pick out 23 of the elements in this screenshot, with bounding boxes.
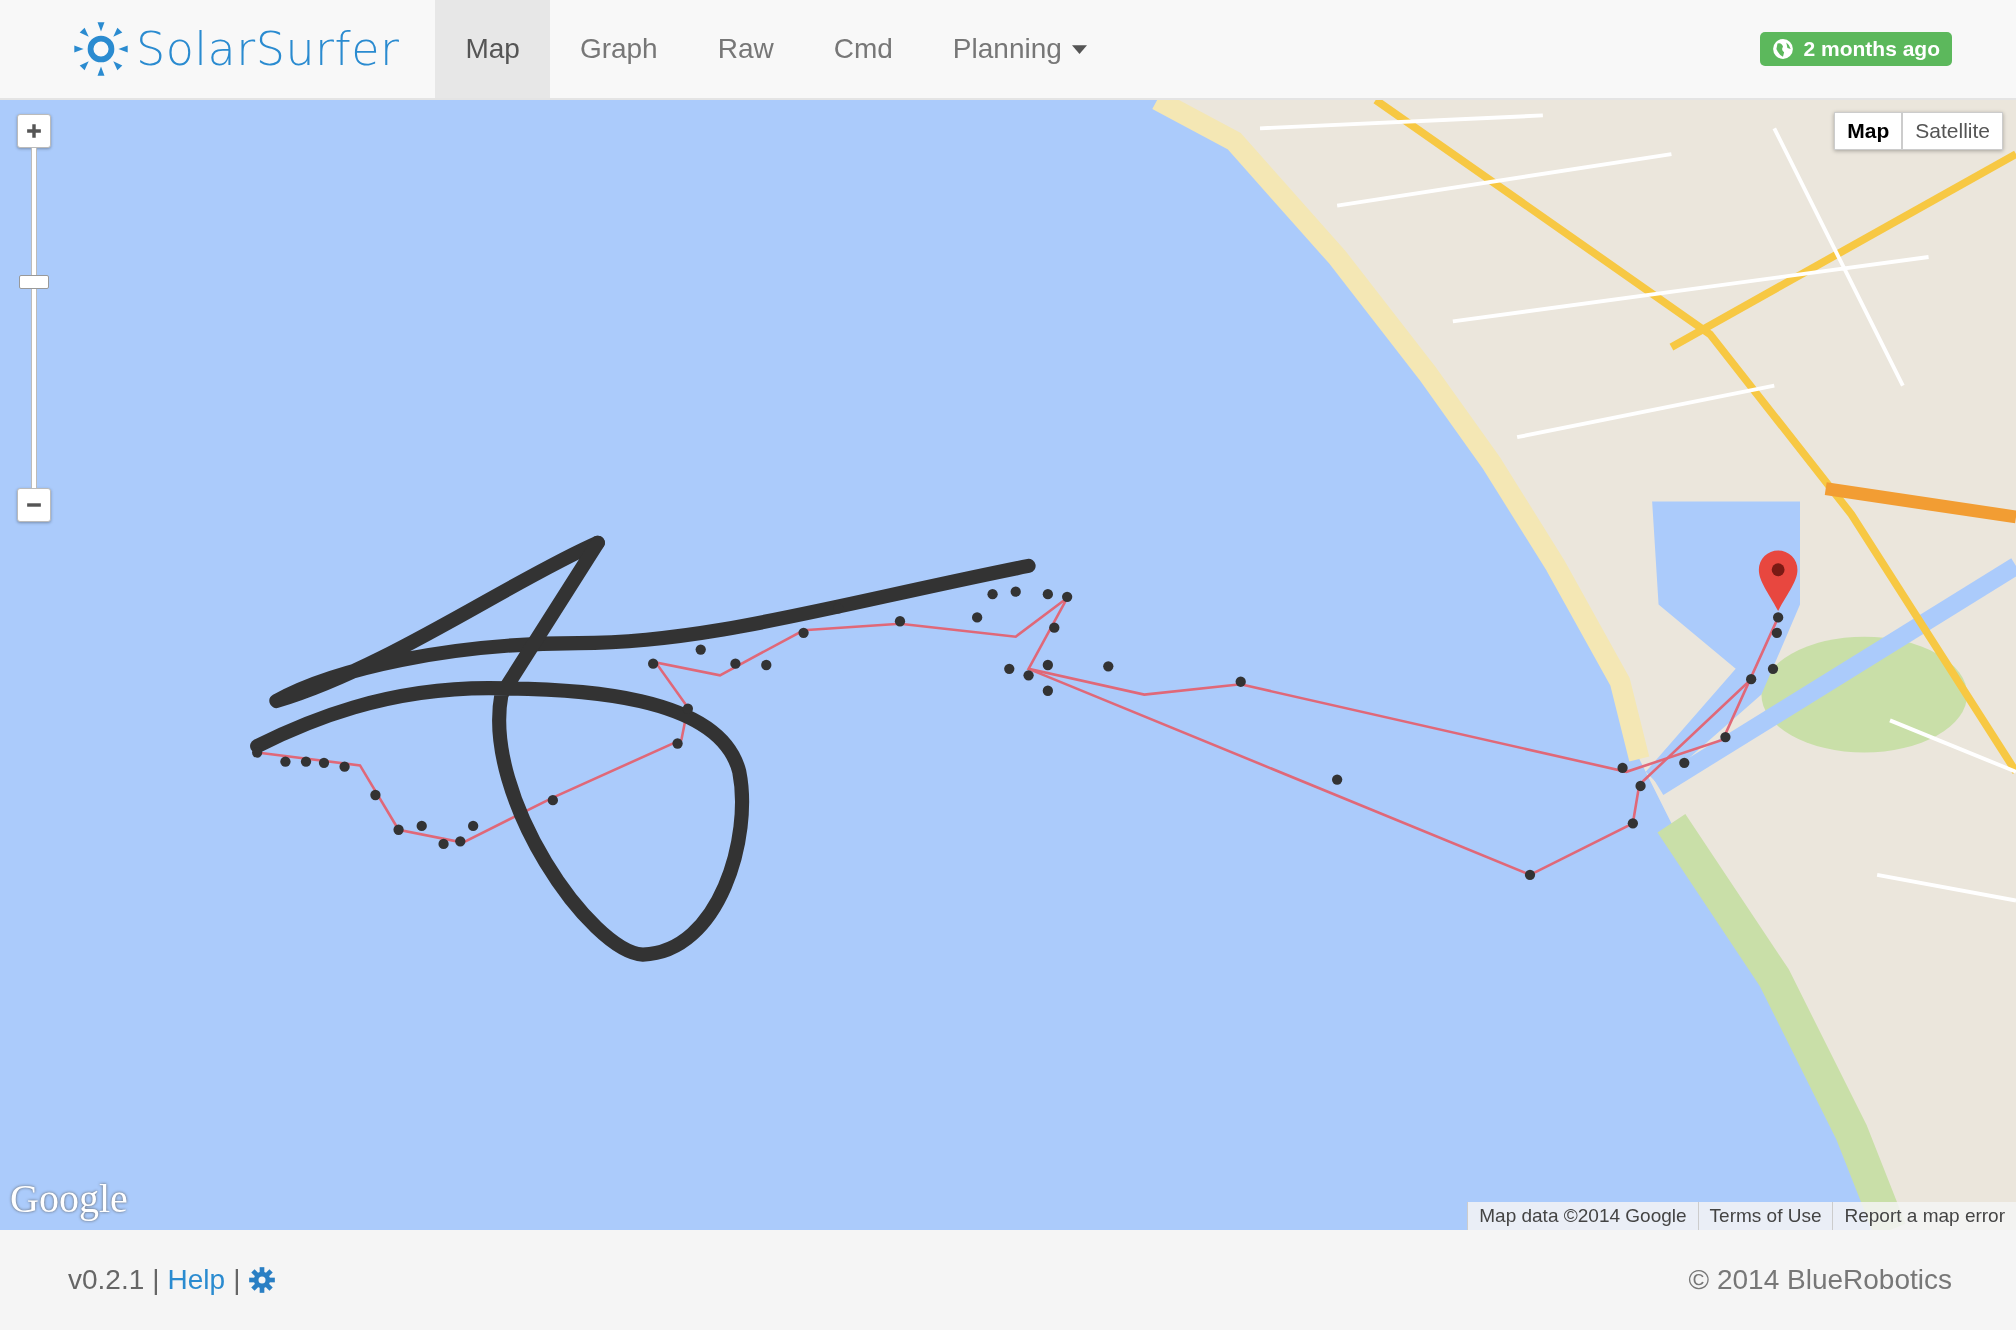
nav-tab[interactable]: Map xyxy=(435,0,550,98)
zoom-out-button[interactable] xyxy=(17,488,51,522)
plus-icon xyxy=(26,123,42,139)
nav-tab[interactable]: Cmd xyxy=(803,0,923,98)
status-badge: 2 months ago xyxy=(1760,32,1952,66)
map-type-button[interactable]: Map xyxy=(1834,112,1903,150)
separator-text: | xyxy=(233,1264,241,1296)
nav-tab[interactable]: Graph xyxy=(549,0,688,98)
help-link[interactable]: Help xyxy=(167,1264,226,1296)
sun-logo-icon xyxy=(72,20,130,78)
map-type-button[interactable]: Satellite xyxy=(1902,112,2003,150)
zoom-slider-thumb[interactable] xyxy=(19,275,49,290)
nav-tab[interactable]: Planning xyxy=(922,0,1117,98)
copyright-text: © 2014 BlueRobotics xyxy=(1688,1264,1952,1296)
globe-icon xyxy=(1772,38,1795,60)
map-logo: Google xyxy=(10,1175,128,1222)
caret-icon xyxy=(1071,44,1087,54)
version-text: v0.2.1 xyxy=(68,1264,145,1296)
zoom-in-button[interactable] xyxy=(17,114,51,148)
nav-tab[interactable]: Raw xyxy=(687,0,804,98)
brand-name[interactable]: SolarSurfer xyxy=(136,22,400,76)
separator-text: | xyxy=(152,1264,160,1296)
settings-icon[interactable] xyxy=(248,1266,277,1294)
